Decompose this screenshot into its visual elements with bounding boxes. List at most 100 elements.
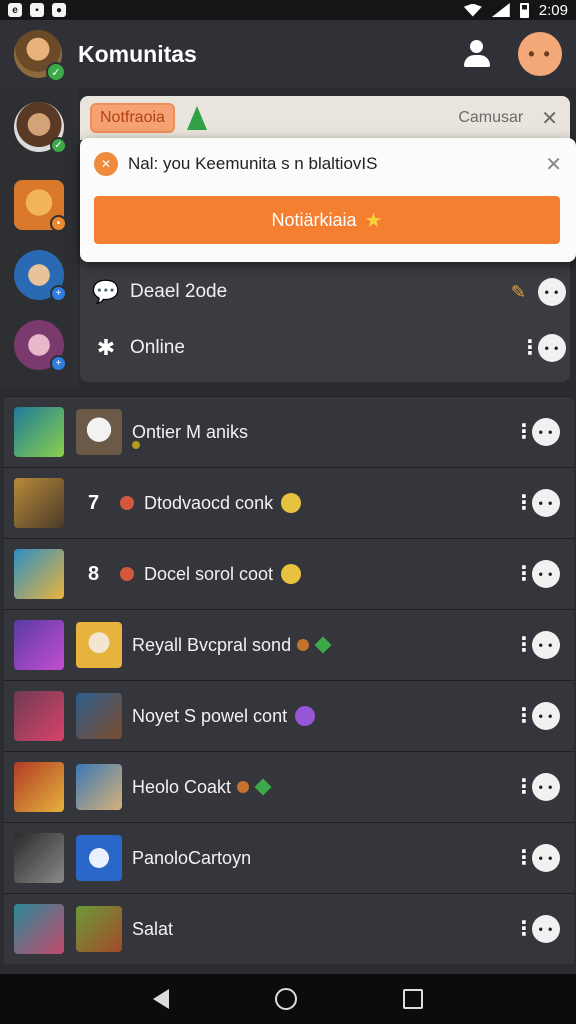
star-icon: ★ <box>364 209 383 232</box>
rank-number: 8 <box>88 562 100 585</box>
rail-avatar-4[interactable]: + <box>14 320 67 372</box>
chat-button[interactable]: • • <box>538 334 566 362</box>
kebab-icon[interactable]: ⋮ <box>514 422 534 442</box>
panel-row-online[interactable]: ✱ Online ⋮ • • <box>92 320 566 376</box>
avatar-thumbnail <box>76 835 122 881</box>
nut-icon <box>237 781 250 793</box>
panel-row-deael[interactable]: 💬 Deael 2ode ✎ • • <box>92 264 566 320</box>
popup-message: Nal: you Keemunita s n blaltiovIS <box>128 154 378 173</box>
list-item[interactable]: Heolo Coakt ⋮ • • <box>4 751 574 822</box>
kebab-icon[interactable]: ⋮ <box>514 564 534 584</box>
nut-icon <box>297 639 310 651</box>
kebab-icon[interactable]: ⋮ <box>514 919 534 939</box>
community-list: Ontier M aniks ⋮ • • 7 Dtodvaocd conk ⋮ • … <box>4 396 574 964</box>
back-icon[interactable] <box>153 989 169 1009</box>
tree-icon <box>186 106 207 130</box>
gem-icon <box>254 778 272 796</box>
game-thumbnail <box>14 407 64 457</box>
badge-icon <box>295 706 316 726</box>
status-bar: e ▪ ● 2:09 <box>0 0 576 20</box>
rail-avatar-2[interactable]: • <box>14 180 67 232</box>
chat-button[interactable]: • • <box>532 560 560 588</box>
mask-thumbnail <box>76 409 122 455</box>
avatar-thumbnail <box>76 693 122 739</box>
game-thumbnail <box>14 833 64 883</box>
notification-button[interactable]: Notiärkiaia ★ <box>94 196 560 244</box>
rank-number: 7 <box>88 491 100 514</box>
list-item[interactable]: Reyall Bvcpral sond ⋮ • • <box>4 609 574 680</box>
list-item-label: PanoloCartoyn <box>132 847 252 868</box>
chat-button[interactable]: • • <box>532 631 560 659</box>
rail-avatar-3[interactable]: + <box>14 250 67 302</box>
list-item[interactable]: PanoloCartoyn ⋮ • • <box>4 822 574 893</box>
app-bar: ✓ Komunitas • • <box>0 20 576 88</box>
home-icon[interactable] <box>275 988 297 1010</box>
chat-button[interactable]: • • <box>538 278 566 306</box>
add-badge-icon: + <box>50 355 67 372</box>
chat-button[interactable]: • • <box>532 418 560 446</box>
list-item-label: Dtodvaocd conk <box>144 492 274 513</box>
message-icon: ● <box>52 3 66 17</box>
kebab-icon[interactable]: ⋮ <box>514 493 534 513</box>
location-pin-icon <box>120 567 134 581</box>
list-item-label: Noyet S powel cont <box>132 705 288 726</box>
kebab-icon[interactable]: ⋮ <box>514 777 534 797</box>
chat-button[interactable]: • • <box>532 844 560 872</box>
clock: 2:09 <box>538 1 568 19</box>
location-pin-icon <box>120 496 134 510</box>
game-thumbnail <box>14 620 64 670</box>
smiley-icon <box>281 564 302 584</box>
chat-button[interactable]: • • <box>532 773 560 801</box>
panel-row-label: Deael 2ode <box>130 281 228 302</box>
kebab-icon[interactable]: ⋮ <box>514 706 534 726</box>
add-user-icon[interactable] <box>462 40 492 68</box>
chat-button[interactable]: • • <box>532 915 560 943</box>
gem-icon <box>314 636 332 654</box>
notification-popup: ✕ Nal: you Keemunita s n blaltiovIS ✕ No… <box>80 138 576 262</box>
wifi-icon <box>463 3 482 17</box>
community-rail: ✓ • + + <box>0 88 78 388</box>
tools-icon: ✕ <box>94 152 118 176</box>
status-dot <box>132 441 140 449</box>
smiley-icon <box>281 493 302 513</box>
avatar-thumbnail <box>76 906 122 952</box>
avatar-thumbnail <box>76 622 122 668</box>
list-item-label: Heolo Coakt <box>132 776 232 797</box>
kebab-icon[interactable]: ⋮ <box>520 338 540 358</box>
notification-tag[interactable]: Notfraoia <box>90 103 175 133</box>
recents-icon[interactable] <box>403 989 423 1009</box>
kebab-icon[interactable]: ⋮ <box>514 848 534 868</box>
pencil-icon[interactable]: ✎ <box>511 282 526 303</box>
notification-badge-icon: • <box>50 215 67 232</box>
panel-row-label: Online <box>130 337 185 358</box>
kebab-icon[interactable]: ⋮ <box>514 635 534 655</box>
cancel-button[interactable]: Camusar <box>458 109 523 127</box>
page-title: Komunitas <box>78 40 197 67</box>
list-item-label: Salat <box>132 918 174 939</box>
chat-bubble-icon: 💬 <box>92 279 120 304</box>
avatar-thumbnail <box>76 764 122 810</box>
game-thumbnail <box>14 904 64 954</box>
chat-button[interactable]: • • <box>532 489 560 517</box>
community-avatar[interactable]: ✓ <box>14 30 66 82</box>
list-item-label: Docel sorol coot <box>144 563 274 584</box>
battery-icon <box>519 2 529 18</box>
verified-check-icon: ✓ <box>46 62 66 82</box>
close-icon[interactable]: ✕ <box>545 152 562 177</box>
list-item[interactable]: Noyet S powel cont ⋮ • • <box>4 680 574 751</box>
puzzle-icon: ✱ <box>96 335 116 360</box>
list-item[interactable]: 7 Dtodvaocd conk ⋮ • • <box>4 467 574 538</box>
signal-icon <box>491 3 510 17</box>
close-icon[interactable]: ✕ <box>541 106 558 131</box>
list-item[interactable]: Ontier M aniks ⋮ • • <box>4 396 574 467</box>
navigation-bar <box>0 974 576 1024</box>
image-icon: ▪ <box>30 3 44 17</box>
back-banner: Notfraoia Camusar ✕ <box>80 96 570 140</box>
list-item-label: Ontier M aniks <box>132 421 249 442</box>
rail-avatar-1[interactable]: ✓ <box>14 102 67 154</box>
game-thumbnail <box>14 478 64 528</box>
chat-button[interactable]: • • <box>532 702 560 730</box>
list-item[interactable]: Salat ⋮ • • <box>4 893 574 964</box>
list-item[interactable]: 8 Docel sorol coot ⋮ • • <box>4 538 574 609</box>
profile-avatar[interactable]: • • <box>518 32 562 76</box>
